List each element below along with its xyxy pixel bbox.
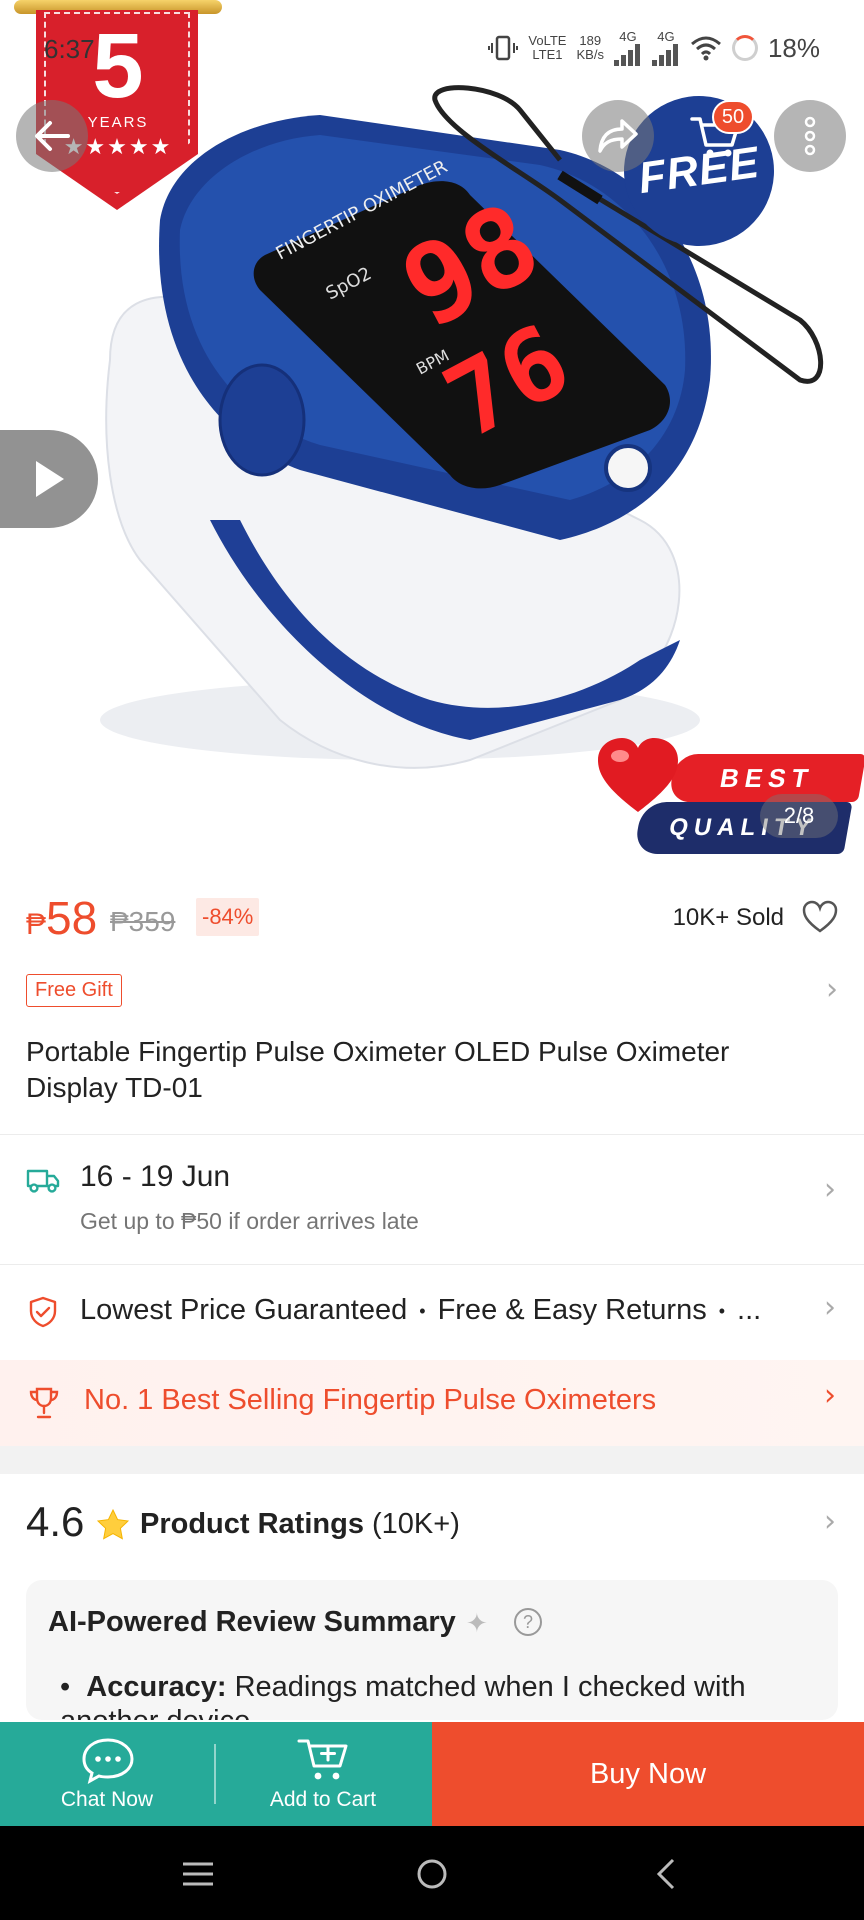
ai-summary-title: AI-Powered Review Summary [48, 1606, 456, 1638]
product-image-gallery[interactable]: 98 76 SpO2 BPM FINGERTIP OXIMETER 5 YEAR… [0, 0, 864, 868]
more-options-button[interactable] [774, 100, 846, 172]
cart-count-badge: 50 [712, 100, 754, 134]
late-delivery-note: Get up to ₱50 if order arrives late [80, 1208, 419, 1234]
play-icon [36, 461, 64, 497]
ratings-header[interactable]: 4.6 Product Ratings (10K+) › [0, 1474, 864, 1574]
chevron-right-icon: › [824, 1378, 836, 1413]
sold-count: 10K+ Sold [672, 904, 784, 931]
heart-decoration-icon [598, 738, 678, 812]
play-video-button[interactable] [0, 430, 98, 528]
battery-icon [731, 35, 758, 61]
wifi-icon [690, 36, 721, 61]
help-icon[interactable]: ? [514, 1608, 542, 1636]
chat-now-label: Chat Now [60, 1788, 154, 1811]
secondary-actions: Chat Now Add to Cart [0, 1722, 432, 1826]
nav-recents-button[interactable] [176, 1852, 220, 1896]
guarantee-more: ... [737, 1294, 762, 1326]
delivery-date: 16 - 19 Jun [80, 1160, 231, 1193]
share-icon [598, 119, 638, 153]
section-gap [0, 1446, 864, 1474]
best-selling-banner[interactable]: No. 1 Best Selling Fingertip Pulse Oxime… [0, 1360, 864, 1446]
current-price: ₱58 [26, 892, 98, 944]
chat-now-button[interactable]: Chat Now [0, 1722, 214, 1826]
status-icons: VoLTE LTE1 189 KB/s 4G 4G 18% [488, 30, 820, 66]
shipping-row[interactable]: 16 - 19 Jun Get up to ₱50 if order arriv… [0, 1136, 864, 1262]
buy-now-button[interactable]: Buy Now [432, 1722, 864, 1826]
add-to-cart-label: Add to Cart [269, 1788, 377, 1811]
nav-menu-icon [183, 1862, 213, 1886]
discount-badge: -84% [196, 898, 260, 936]
shield-check-icon [29, 1296, 57, 1328]
bottom-action-bar: Chat Now Add to Cart Buy Now [0, 1722, 864, 1826]
ai-summary-bullet: • Accuracy: Readings matched when I chec… [60, 1671, 746, 1720]
status-bar: 6:37 VoLTE LTE1 189 KB/s 4G 4G 18% [0, 26, 864, 74]
more-vertical-icon [804, 116, 816, 156]
free-gift-tag: Free Gift [26, 974, 122, 1007]
nav-home-icon [417, 1859, 447, 1889]
free-gift-row[interactable]: Free Gift › [26, 972, 838, 1010]
net-speed: 189 KB/s [576, 33, 604, 62]
nav-home-button[interactable] [410, 1852, 454, 1896]
guarantee-lowest-price: Lowest Price Guaranteed [80, 1294, 408, 1326]
image-pager: 2/8 [760, 794, 838, 838]
guarantee-row[interactable]: Lowest Price Guaranteed • Free & Easy Retu… [0, 1264, 864, 1358]
star-icon [96, 1508, 130, 1540]
ratings-label: Product Ratings [140, 1508, 364, 1540]
nav-back-button[interactable] [644, 1852, 688, 1896]
status-time: 6:37 [44, 34, 95, 64]
guarantee-list: Lowest Price Guaranteed • Free & Easy Retu… [80, 1294, 762, 1326]
chevron-right-icon: › [824, 1290, 836, 1325]
chevron-right-icon: › [824, 1504, 836, 1539]
system-nav-bar [0, 1826, 864, 1920]
battery-percent: 18% [767, 32, 820, 63]
signal-2: 4G [651, 30, 680, 66]
nav-back-icon [656, 1858, 675, 1890]
original-price: ₱359 [110, 906, 176, 937]
signal-1: 4G [613, 30, 642, 66]
rating-score: 4.6 [26, 1498, 85, 1545]
trophy-icon [29, 1387, 59, 1419]
price-row: ₱58 ₱359 -84% 10K+ Sold [26, 890, 838, 950]
truck-icon [26, 1169, 60, 1193]
ratings-count: (10K+) [372, 1508, 460, 1540]
best-label: BEST [667, 754, 864, 802]
ai-review-summary-card: AI-Powered Review Summary ✦ ? • Accuracy… [26, 1580, 838, 1720]
product-title: Portable Fingertip Pulse Oximeter OLED P… [26, 1036, 730, 1103]
chevron-right-icon: › [826, 972, 838, 1007]
add-cart-icon [297, 1739, 348, 1780]
add-to-cart-button[interactable]: Add to Cart [216, 1722, 430, 1826]
back-button[interactable] [16, 100, 88, 172]
back-arrow-icon [35, 121, 70, 151]
sparkle-icon: ✦ [466, 1608, 488, 1638]
divider [0, 1134, 864, 1135]
share-button[interactable] [582, 100, 654, 172]
volte-indicator: VoLTE LTE1 [528, 33, 567, 62]
guarantee-free-returns: Free & Easy Returns [437, 1294, 707, 1326]
best-selling-text: No. 1 Best Selling Fingertip Pulse Oxime… [84, 1384, 657, 1416]
vibrate-icon [488, 35, 519, 61]
chevron-right-icon: › [824, 1172, 836, 1207]
chat-bubble-icon [82, 1738, 134, 1784]
heart-outline-icon[interactable] [802, 900, 838, 934]
